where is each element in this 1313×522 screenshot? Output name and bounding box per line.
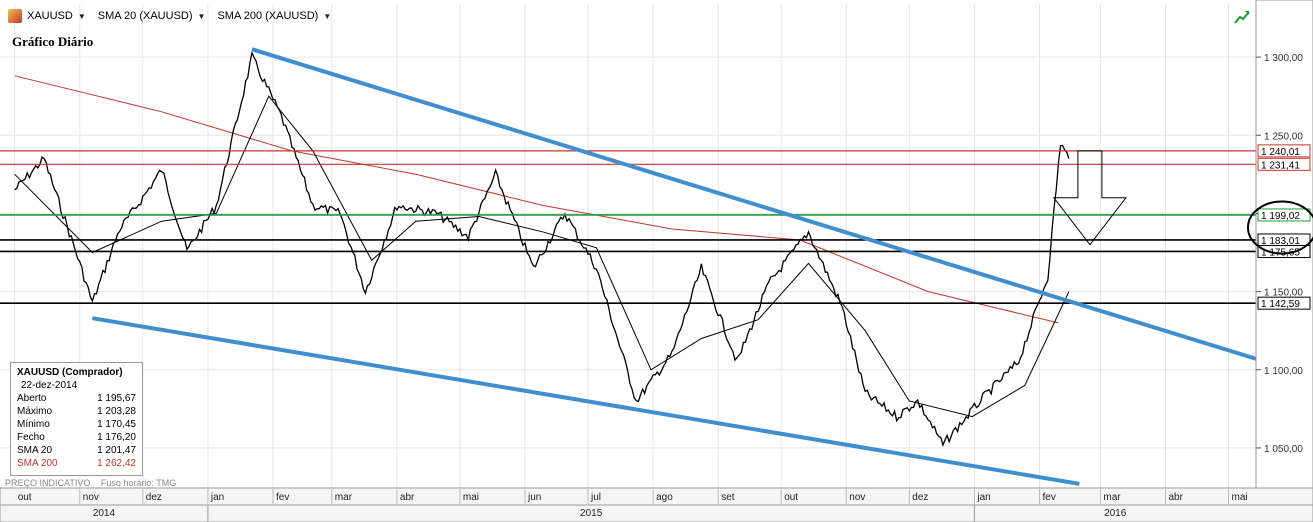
indicative-price-note: PREÇO INDICATIVO [5,478,91,488]
sma20-label: SMA 20 (XAUUSD) [97,10,193,22]
price-chart[interactable]: 1 050,001 100,001 150,001 200,001 250,00… [0,0,1313,522]
level-value-label: 1 142,59 [1261,299,1300,310]
data-row-open: Aberto 1 195,67 [17,392,136,405]
footnote: PREÇO INDICATIVO Fuso horário: TMG [5,478,184,488]
data-row-value: 1 201,47 [97,445,136,456]
data-row-label: Aberto [17,393,47,404]
price-tick-label: 1 250,00 [1264,131,1303,142]
month-label: dez [912,492,928,503]
data-row-label: SMA 20 [17,445,53,456]
data-row-value: 1 176,20 [97,432,136,443]
toolbar: XAUUSD ▼ SMA 20 (XAUUSD) ▼ SMA 200 (XAUU… [0,0,1256,32]
month-label: mai [463,492,479,503]
data-row-label: Máximo [17,406,53,417]
month-label: fev [1043,492,1056,503]
instrument-icon [8,9,22,23]
symbol-selector[interactable]: XAUUSD ▼ [8,9,86,23]
data-row-low: Mínimo 1 170,45 [17,418,136,431]
month-label: mar [335,492,353,503]
month-label: jan [976,492,990,503]
month-label: abr [1169,492,1184,503]
symbol-label: XAUUSD [27,10,73,22]
month-label: out [18,492,32,503]
month-label: ago [656,492,673,503]
month-label: mar [1103,492,1121,503]
level-value-label: 1 231,41 [1261,160,1300,171]
timezone-note: Fuso horário: TMG [100,478,177,488]
data-window-date: 22-dez-2014 [21,380,78,391]
month-label: fev [276,492,289,503]
month-label: nov [849,492,865,503]
month-label: jun [527,492,541,503]
data-row-sma20: SMA 20 1 201,47 [17,444,136,457]
month-label: nov [83,492,99,503]
price-tick-label: 1 300,00 [1264,53,1303,64]
month-label: abr [400,492,415,503]
month-label: mai [1232,492,1248,503]
data-row-label: Mínimo [17,419,50,430]
data-row-value: 1 195,67 [97,393,136,404]
data-row-label: Fecho [17,432,45,443]
level-value-label: 1 240,01 [1261,147,1300,158]
year-label: 2015 [580,508,603,519]
month-label: jan [210,492,224,503]
data-row-value: 1 203,28 [97,406,136,417]
month-label: jul [590,492,601,503]
data-row-value: 1 262,42 [97,458,136,469]
chevron-down-icon: ▼ [197,11,206,21]
chart-title: Gráfico Diário [12,34,94,49]
level-value-label: 1 199,02 [1261,211,1300,222]
month-label: dez [146,492,162,503]
data-window-title: XAUUSD (Comprador) [17,367,123,378]
year-label: 2016 [1104,508,1127,519]
month-label: out [784,492,798,503]
trend-up-icon[interactable] [1234,10,1250,24]
data-row-value: 1 170,45 [97,419,136,430]
month-label: set [721,492,735,503]
chart-window: 1 050,001 100,001 150,001 200,001 250,00… [0,0,1313,522]
data-row-label: SMA 200 [17,458,58,469]
sma20-indicator-selector[interactable]: SMA 20 (XAUUSD) ▼ [98,10,206,22]
chevron-down-icon: ▼ [77,11,86,21]
data-row-sma200: SMA 200 1 262,42 [17,457,136,470]
data-window: XAUUSD (Comprador) 22-dez-2014 Aberto 1 1… [10,362,143,476]
sma200-indicator-selector[interactable]: SMA 200 (XAUUSD) ▼ [217,10,331,22]
data-row-close: Fecho 1 176,20 [17,431,136,444]
chart-background [0,0,1313,522]
data-row-high: Máximo 1 203,28 [17,405,136,418]
chevron-down-icon: ▼ [323,11,332,21]
price-tick-label: 1 100,00 [1264,366,1303,377]
sma200-label: SMA 200 (XAUUSD) [217,10,319,22]
year-label: 2014 [93,508,116,519]
price-tick-label: 1 050,00 [1264,444,1303,455]
